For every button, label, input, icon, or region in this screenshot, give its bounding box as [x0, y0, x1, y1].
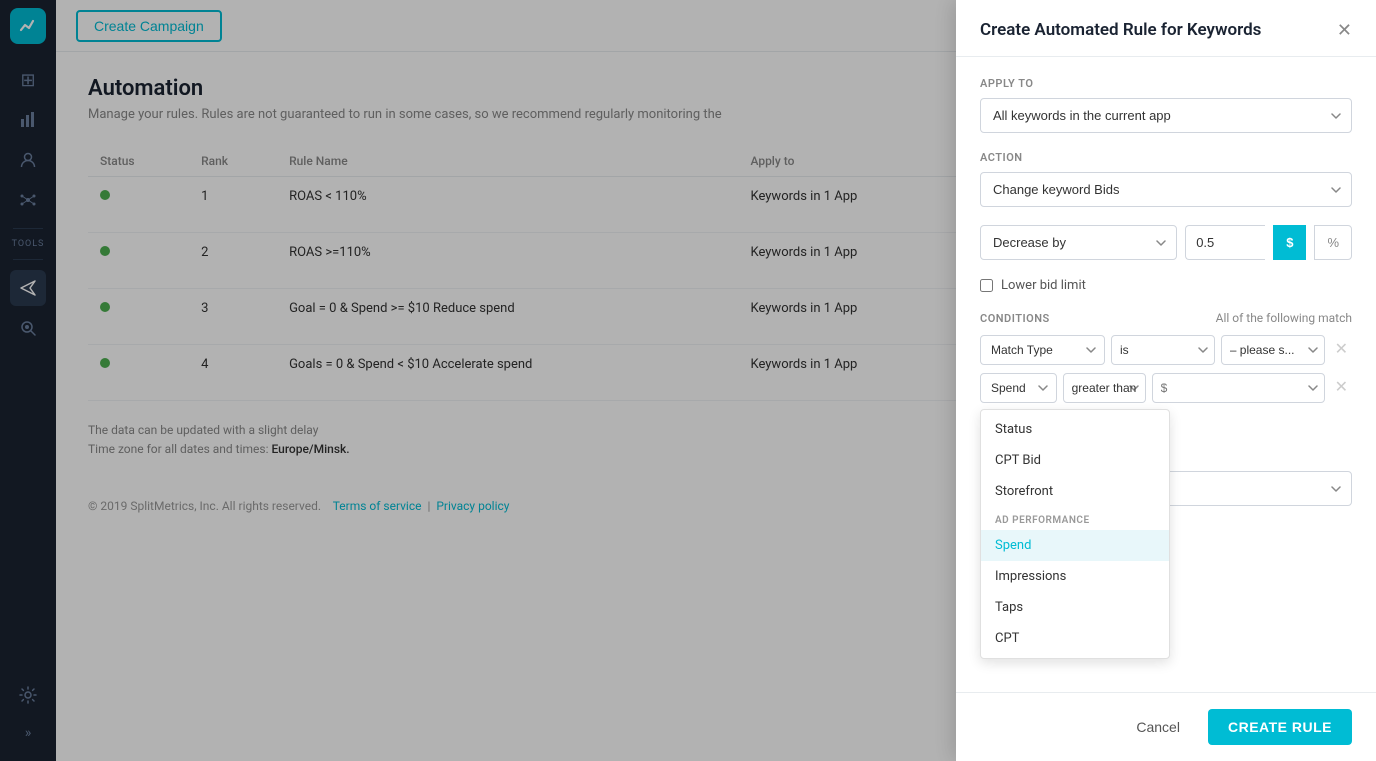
dropdown-item-cpt[interactable]: CPT — [981, 623, 1169, 654]
modal-footer: Cancel CREATE RULE — [956, 692, 1376, 761]
conditions-match-info: All of the following match — [1216, 311, 1352, 325]
condition-metric-1[interactable]: Match Type — [980, 335, 1105, 365]
lower-bid-limit-row: Lower bid limit — [980, 278, 1352, 293]
conditions-title: CONDITIONS — [980, 312, 1050, 325]
modal-body: APPLY TO All keywords in the current app… — [956, 57, 1376, 692]
apply-to-label: APPLY TO — [980, 77, 1352, 90]
dollar-unit-button[interactable]: $ — [1273, 225, 1306, 260]
action-field: ACTION Change keyword Bids — [980, 151, 1352, 207]
dropdown-item-status[interactable]: Status — [981, 414, 1169, 445]
modal-header: Create Automated Rule for Keywords ✕ — [956, 0, 1376, 57]
bid-value-input[interactable] — [1185, 225, 1265, 260]
conditions-header: CONDITIONS All of the following match — [980, 311, 1352, 325]
apply-to-field: APPLY TO All keywords in the current app — [980, 77, 1352, 133]
cancel-button[interactable]: Cancel — [1120, 711, 1196, 743]
condition-row-1: Match Type is – please s... ✕ — [980, 335, 1352, 365]
create-rule-button[interactable]: CREATE RULE — [1208, 709, 1352, 745]
action-detail-row: Decrease by $ % — [980, 225, 1352, 260]
modal-close-button[interactable]: ✕ — [1337, 21, 1352, 39]
dropdown-item-taps[interactable]: Taps — [981, 592, 1169, 623]
condition-value-input-2[interactable] — [1152, 373, 1325, 403]
condition-row-2: Spend greater than ✕ Status CPT Bid Stor… — [980, 373, 1352, 403]
metric-dropdown: Status CPT Bid Storefront AD PERFORMANCE… — [980, 409, 1170, 659]
condition-metric-2[interactable]: Spend — [980, 373, 1057, 403]
condition-remove-2[interactable]: ✕ — [1331, 378, 1352, 398]
lower-bid-label[interactable]: Lower bid limit — [1001, 278, 1086, 293]
action-label: ACTION — [980, 151, 1352, 164]
decrease-by-select[interactable]: Decrease by — [980, 225, 1177, 260]
condition-operator-2[interactable]: greater than — [1063, 373, 1146, 403]
dropdown-item-spend[interactable]: Spend — [981, 530, 1169, 561]
apply-to-select[interactable]: All keywords in the current app — [980, 98, 1352, 133]
dropdown-section-ad-performance: AD PERFORMANCE — [981, 507, 1169, 530]
modal-overlay: Create Automated Rule for Keywords ✕ APP… — [0, 0, 1376, 761]
condition-operator-1[interactable]: is — [1111, 335, 1215, 365]
condition-value-1[interactable]: – please s... — [1221, 335, 1325, 365]
action-detail-field: Decrease by $ % — [980, 225, 1352, 260]
dropdown-item-cpt-bid[interactable]: CPT Bid — [981, 445, 1169, 476]
create-rule-modal: Create Automated Rule for Keywords ✕ APP… — [956, 0, 1376, 761]
lower-bid-checkbox[interactable] — [980, 279, 993, 292]
dropdown-item-storefront[interactable]: Storefront — [981, 476, 1169, 507]
percent-unit-button[interactable]: % — [1314, 225, 1352, 260]
condition-remove-1[interactable]: ✕ — [1331, 340, 1352, 360]
dropdown-item-impressions[interactable]: Impressions — [981, 561, 1169, 592]
modal-title: Create Automated Rule for Keywords — [980, 20, 1261, 40]
action-select[interactable]: Change keyword Bids — [980, 172, 1352, 207]
